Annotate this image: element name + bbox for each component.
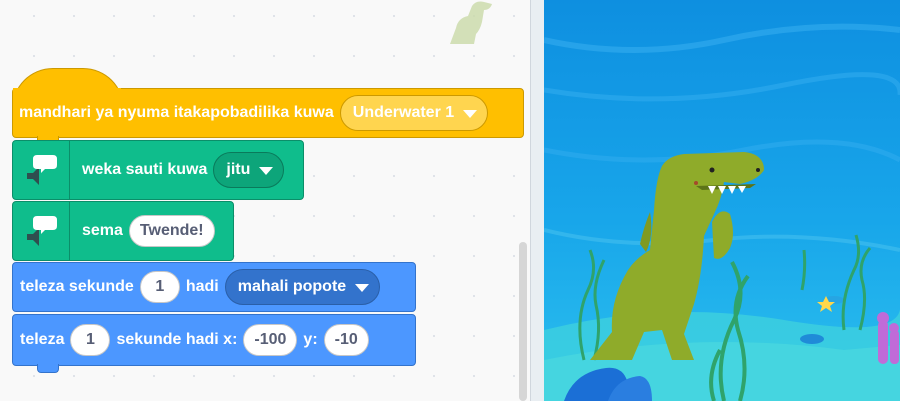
chevron-down-icon	[259, 167, 274, 175]
when-backdrop-switches-block[interactable]: mandhari ya nyuma itakapobadilika kuwa U…	[12, 88, 524, 145]
block-notch	[37, 364, 59, 373]
voice-block-label: weka sauti kuwa	[82, 161, 208, 178]
glide-random-label-prefix: teleza sekunde	[20, 278, 134, 295]
stage[interactable]	[544, 0, 900, 401]
speech-bubble-icon	[27, 216, 57, 246]
speak-block[interactable]: sema Twende!	[12, 201, 234, 261]
code-workspace[interactable]: mandhari ya nyuma itakapobadilika kuwa U…	[0, 0, 530, 401]
backdrop-dropdown[interactable]: Underwater 1	[339, 95, 489, 131]
sprite-thumbnail-icon	[450, 1, 492, 44]
chevron-down-icon	[355, 284, 370, 292]
glide-target-dropdown-value: mahali popote	[237, 278, 347, 295]
glide-to-xy-block[interactable]: teleza 1 sekunde hadi x: -100 y: -10	[12, 314, 416, 373]
panel-divider	[530, 0, 545, 401]
glide-xy-label-prefix: teleza	[20, 331, 65, 348]
glide-random-seconds-input[interactable]: 1	[139, 271, 180, 303]
voice-dropdown[interactable]: jitu	[213, 152, 285, 188]
glide-x-input[interactable]: -100	[243, 324, 298, 356]
voice-dropdown-value: jitu	[226, 161, 251, 178]
set-voice-block[interactable]: weka sauti kuwa jitu	[12, 140, 304, 200]
speak-block-label: sema	[82, 222, 123, 239]
speak-text-input[interactable]: Twende!	[128, 215, 215, 247]
underwater-backdrop	[544, 0, 900, 401]
glide-y-input[interactable]: -10	[323, 324, 369, 356]
text-to-speech-extension-icon	[13, 141, 70, 199]
speech-bubble-icon	[27, 155, 57, 185]
backdrop-dropdown-value: Underwater 1	[352, 104, 455, 121]
glide-xy-label-y: y:	[303, 331, 318, 348]
glide-random-label-mid: hadi	[185, 278, 219, 295]
chevron-down-icon	[463, 110, 478, 118]
glide-xy-seconds-input[interactable]: 1	[70, 324, 111, 356]
hat-block-label: mandhari ya nyuma itakapobadilika kuwa	[19, 104, 334, 121]
text-to-speech-extension-icon	[13, 202, 70, 260]
glide-to-random-block[interactable]: teleza sekunde 1 hadi mahali popote	[12, 262, 416, 312]
glide-target-dropdown[interactable]: mahali popote	[224, 269, 381, 305]
workspace-vertical-scrollbar[interactable]	[519, 242, 527, 401]
glide-xy-label-mid: sekunde hadi x:	[116, 331, 238, 348]
